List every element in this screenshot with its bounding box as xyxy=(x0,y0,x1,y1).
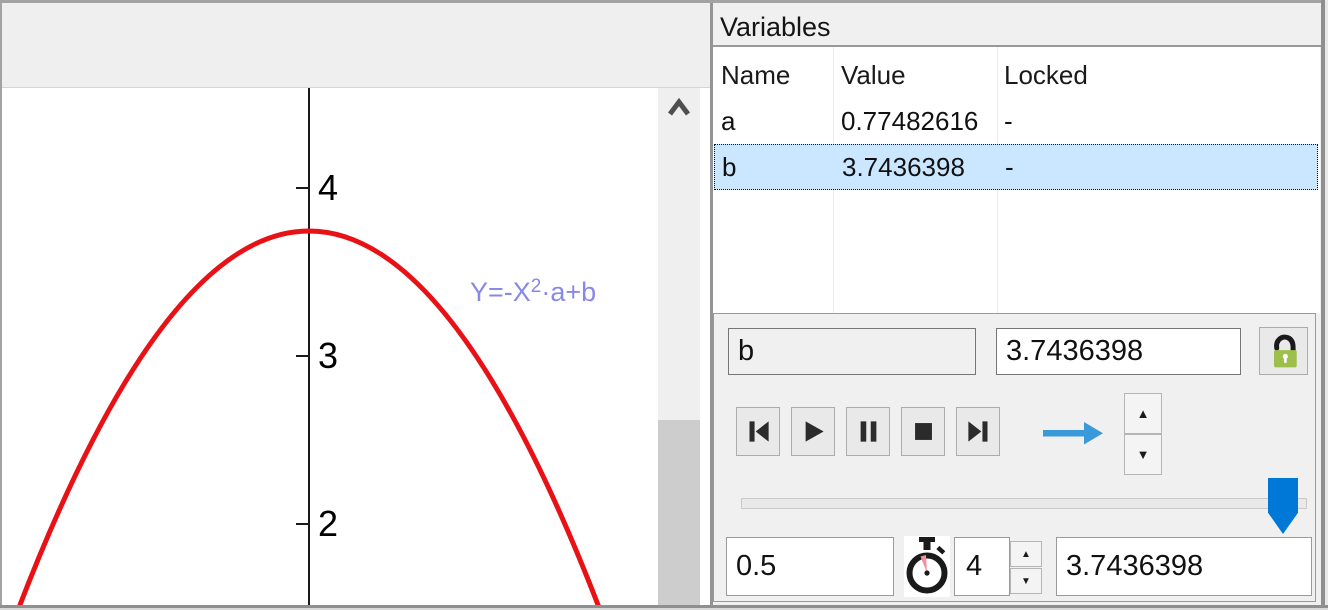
skip-to-end-button[interactable] xyxy=(956,407,1000,456)
plot-canvas[interactable]: 4 3 2 Y=-X2·a+b xyxy=(2,88,658,610)
lock-toggle-button[interactable] xyxy=(1259,327,1308,375)
steps-down-button[interactable]: ▼ xyxy=(1010,568,1042,594)
skip-to-end-icon xyxy=(965,418,992,445)
stop-button[interactable] xyxy=(901,407,945,456)
cell-locked: - xyxy=(1005,145,1014,189)
up-arrow-icon: ▲ xyxy=(1021,549,1031,560)
stopwatch-container xyxy=(904,536,950,597)
formula-base: Y=-X xyxy=(470,277,531,307)
up-arrow-icon: ▲ xyxy=(1137,406,1150,421)
formula-superscript: 2 xyxy=(531,276,542,297)
y-tick-label-4: 4 xyxy=(318,167,338,208)
range-min-field[interactable] xyxy=(726,537,894,596)
y-tick-label-3: 3 xyxy=(318,335,338,376)
cell-name: b xyxy=(722,145,736,189)
cell-value: 0.77482616 xyxy=(841,99,978,144)
table-row-b-selected[interactable]: b 3.7436398 - xyxy=(714,144,1318,190)
steps-up-button[interactable]: ▲ xyxy=(1010,541,1042,567)
window-border-top xyxy=(0,0,1328,3)
play-icon xyxy=(800,418,827,445)
direction-up-button[interactable]: ▲ xyxy=(1124,393,1162,434)
chevron-up-icon[interactable] xyxy=(667,98,691,118)
scrollbar-thumb[interactable] xyxy=(658,420,700,610)
column-header-locked[interactable]: Locked xyxy=(1004,57,1088,93)
cell-value: 3.7436398 xyxy=(842,145,965,189)
stopwatch-icon xyxy=(904,537,950,597)
stop-icon xyxy=(910,418,937,445)
pause-icon xyxy=(855,418,882,445)
skip-to-start-button[interactable] xyxy=(736,407,780,456)
play-button[interactable] xyxy=(791,407,835,456)
plot-toolbar xyxy=(2,3,710,88)
variable-value-field[interactable] xyxy=(996,328,1241,375)
y-tick-label-2: 2 xyxy=(318,503,338,544)
variables-table: Name Value Locked a 0.77482616 - b 3.743… xyxy=(713,47,1320,313)
value-slider-thumb[interactable] xyxy=(1268,478,1298,534)
direction-down-button[interactable]: ▼ xyxy=(1124,434,1162,475)
variable-name-field[interactable] xyxy=(728,328,976,375)
down-arrow-icon: ▼ xyxy=(1021,576,1031,587)
cell-name: a xyxy=(721,99,735,144)
cell-locked: - xyxy=(1004,99,1013,144)
app-window: 4 3 2 Y=-X2·a+b Variables Name Value Loc… xyxy=(0,0,1328,610)
pause-button[interactable] xyxy=(846,407,890,456)
table-row-a[interactable]: a 0.77482616 - xyxy=(713,99,1320,144)
variables-panel: Variables Name Value Locked a 0.77482616… xyxy=(713,3,1321,606)
curve-formula-label: Y=-X2·a+b xyxy=(470,276,596,308)
panel-title: Variables xyxy=(720,7,831,47)
column-header-value[interactable]: Value xyxy=(841,57,906,93)
column-header-name[interactable]: Name xyxy=(721,57,790,93)
formula-rest: ·a+b xyxy=(541,277,596,307)
plot-scrollbar[interactable] xyxy=(658,88,700,610)
value-slider-track[interactable] xyxy=(741,498,1307,509)
unlock-icon xyxy=(1264,330,1304,372)
down-arrow-icon: ▼ xyxy=(1137,447,1150,462)
window-border-left xyxy=(0,0,2,610)
range-max-field[interactable] xyxy=(1056,537,1312,596)
animation-controls-group: ▲ ▼ ▲ ▼ xyxy=(713,313,1316,602)
steps-field[interactable] xyxy=(954,537,1010,596)
skip-to-start-icon xyxy=(745,418,772,445)
arrow-right-icon xyxy=(1041,419,1105,447)
plot-svg: 4 3 2 xyxy=(2,88,658,610)
